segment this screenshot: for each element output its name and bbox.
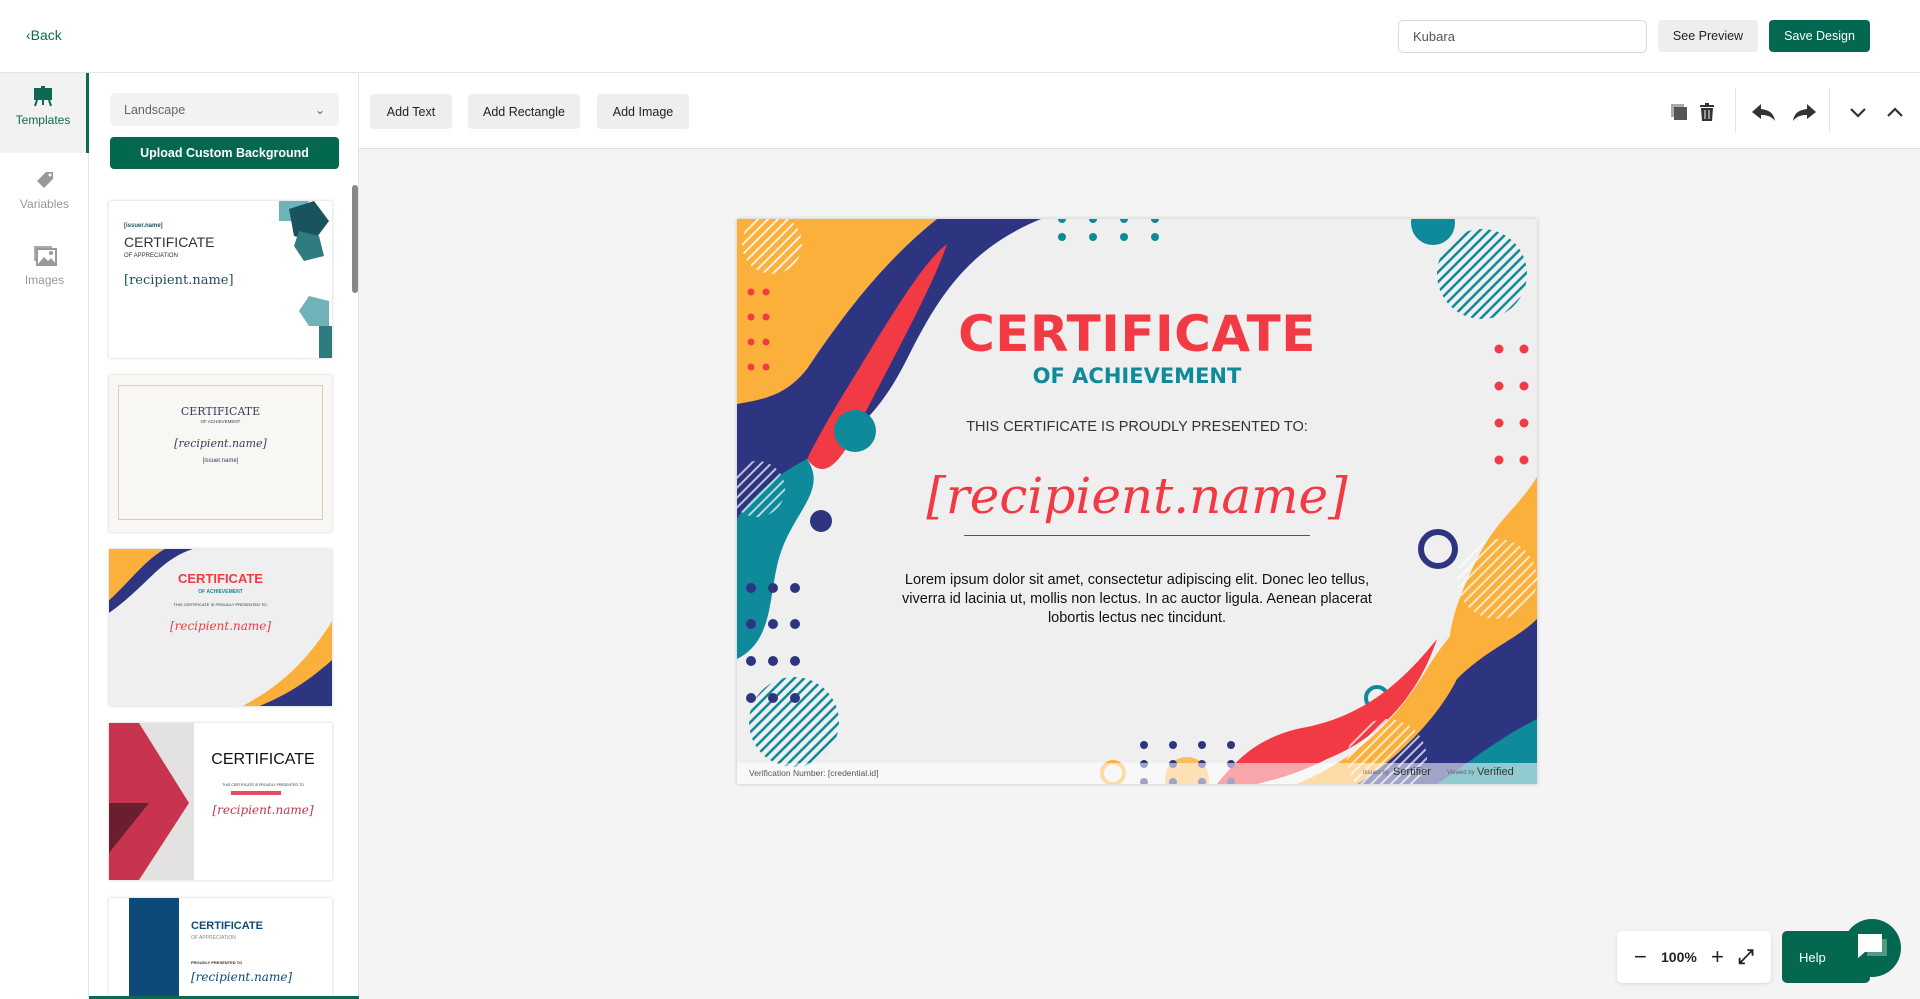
verification-number: Verification Number: [credential.id] [749, 768, 879, 778]
redo-icon[interactable] [1791, 101, 1817, 123]
viewed-by-label: Viewed by [1447, 770, 1475, 776]
rail-item-templates[interactable]: Templates [0, 73, 89, 153]
rail-item-variables[interactable]: Variables [0, 157, 89, 237]
certificate-footer: Verification Number: [credential.id] Iss… [737, 763, 1537, 784]
thumb-name: [recipient.name] [169, 619, 272, 633]
tag-icon [36, 172, 53, 188]
thumb-title: CERTIFICATE [211, 751, 315, 768]
thumb-name: [recipient.name] [212, 803, 314, 817]
toolbar-divider [1735, 88, 1736, 133]
see-preview-button[interactable]: See Preview [1658, 20, 1758, 52]
template-thumbnail-3[interactable]: CERTIFICATE OF ACHIEVEMENT THIS CERTIFIC… [109, 549, 332, 706]
thumb-subtitle: OF ACHIEVEMENT [200, 419, 241, 424]
add-rectangle-button[interactable]: Add Rectangle [468, 94, 580, 129]
images-icon [33, 246, 57, 266]
save-design-button[interactable]: Save Design [1769, 20, 1870, 52]
certificate-subtitle[interactable]: OF ACHIEVEMENT [737, 364, 1537, 388]
thumb-title: CERTIFICATE [191, 920, 263, 932]
thumb-title: CERTIFICATE [124, 234, 215, 250]
presented-to-text[interactable]: THIS CERTIFICATE IS PROUDLY PRESENTED TO… [737, 419, 1537, 435]
thumb-presented: THIS CERTIFICATE IS PROUDLY PRESENTED TO [222, 783, 304, 787]
thumb-subtitle: OF APPRECIATION [124, 253, 178, 259]
undo-icon[interactable] [1751, 101, 1777, 123]
zoom-level: 100% [1661, 949, 1697, 965]
design-name-input[interactable] [1398, 20, 1647, 53]
rail-item-images[interactable]: Images [0, 233, 89, 313]
thumb-title: CERTIFICATE [178, 571, 263, 586]
toolbar-divider [1829, 88, 1830, 133]
template-thumbnail-5[interactable]: CERTIFICATE OF APPRECIATION PROUDLY PRES… [109, 898, 332, 996]
thumb-title: CERTIFICATE [180, 405, 261, 418]
upload-custom-background-button[interactable]: Upload Custom Background [110, 137, 339, 169]
thumb-decoration [109, 723, 194, 880]
trash-icon[interactable] [1696, 101, 1718, 123]
back-link[interactable]: ‹Back [26, 27, 62, 43]
zoom-in-icon[interactable]: + [1711, 944, 1724, 970]
panel-scrollbar[interactable] [352, 185, 358, 293]
easel-icon [34, 86, 52, 107]
verified-logo: Verified [1477, 766, 1514, 778]
duplicate-icon[interactable] [1668, 101, 1690, 123]
hexagon-pattern [279, 201, 332, 358]
certificate-body-text[interactable]: Lorem ipsum dolor sit amet, consectetur … [887, 571, 1387, 628]
certificate-title[interactable]: CERTIFICATE [737, 305, 1537, 363]
chat-button[interactable] [1843, 919, 1901, 977]
thumb-name: [recipient.name] [124, 273, 234, 288]
chevron-up-icon[interactable] [1884, 101, 1906, 123]
add-image-button[interactable]: Add Image [597, 94, 689, 129]
thumb-issuer: [issuer.name] [124, 223, 163, 229]
thumb-issuer: [issuer.name] [202, 458, 239, 464]
thumb-bar [231, 791, 281, 795]
thumb-band [129, 898, 179, 996]
recipient-underline [964, 535, 1310, 536]
sertifier-logo: Sertifier [1393, 766, 1431, 778]
thumb-presented: PROUDLY PRESENTED TO [191, 960, 243, 965]
thumb-subtitle: OF ACHIEVEMENT [198, 589, 243, 595]
recipient-name-text[interactable]: [recipient.name] [737, 467, 1537, 525]
fullscreen-icon[interactable]: ⤢ [1738, 946, 1754, 969]
thumb-subtitle: OF APPRECIATION [191, 935, 236, 941]
thumb-name: [recipient.name] [174, 437, 267, 450]
chat-bubble-icon [1858, 934, 1887, 958]
thumb-name: [recipient.name] [191, 970, 293, 984]
template-thumbnail-4[interactable]: CERTIFICATE THIS CERTIFICATE IS PROUDLY … [109, 723, 332, 880]
issued-by-label: Issued by [1363, 770, 1389, 776]
template-thumbnail-1[interactable]: [issuer.name] CERTIFICATE OF APPRECIATIO… [109, 201, 332, 358]
certificate-design[interactable]: CERTIFICATE OF ACHIEVEMENT THIS CERTIFIC… [737, 219, 1537, 784]
orientation-select[interactable]: Landscape ⌄ [110, 93, 339, 126]
left-rail: Templates Variables Images [0, 73, 89, 999]
top-bar: ‹Back See Preview Save Design [0, 0, 1920, 73]
templates-panel: Landscape ⌄ Upload Custom Background [iss… [89, 73, 359, 999]
chevron-down-icon: ⌄ [314, 102, 325, 117]
template-thumbnail-2[interactable]: CERTIFICATE OF ACHIEVEMENT [recipient.na… [109, 375, 332, 532]
thumb-presented: THIS CERTIFICATE IS PROUDLY PRESENTED TO… [173, 602, 268, 607]
add-text-button[interactable]: Add Text [370, 94, 452, 129]
zoom-out-icon[interactable]: − [1634, 944, 1647, 970]
zoom-controls: − 100% + ⤢ [1617, 931, 1771, 983]
editor-toolbar: Add Text Add Rectangle Add Image [359, 73, 1920, 149]
chevron-down-icon[interactable] [1847, 101, 1869, 123]
